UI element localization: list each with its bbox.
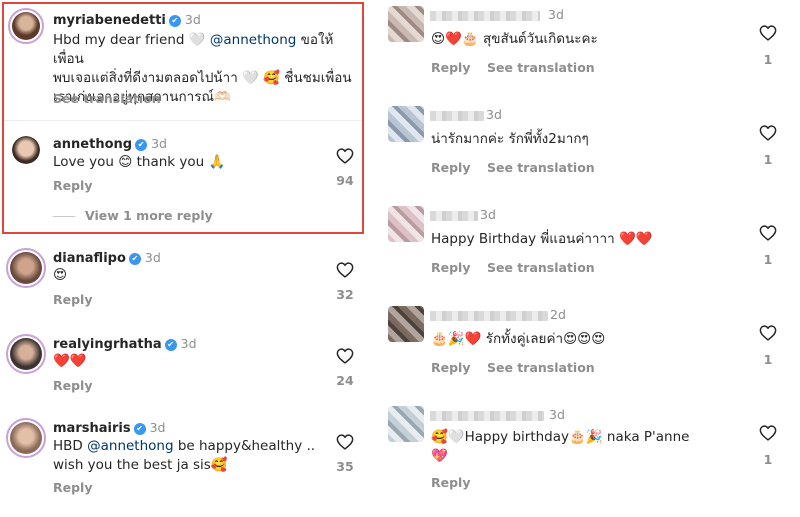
- avatar[interactable]: [6, 334, 46, 374]
- mention-link[interactable]: @annethong: [210, 32, 296, 48]
- verified-badge-icon: ✔: [168, 15, 181, 27]
- heart-outline-icon[interactable]: [759, 325, 777, 341]
- heart-outline-icon[interactable]: [759, 125, 777, 141]
- reply-annethong: annethong ✔ 3d Love you 😊 thank you 🙏 Repl…: [0, 126, 366, 226]
- username-blurred: [430, 411, 544, 421]
- like-count: 1: [763, 52, 773, 67]
- avatar-blurred[interactable]: [388, 306, 424, 342]
- like-count: 1: [763, 252, 773, 267]
- view-more-replies-button[interactable]: View 1 more reply: [53, 208, 213, 223]
- username-blurred: [430, 211, 478, 221]
- avatar[interactable]: [6, 248, 46, 288]
- like-count: 1: [763, 352, 773, 367]
- heart-outline-icon[interactable]: [336, 148, 354, 164]
- comment-time: 3d: [549, 407, 565, 422]
- reply-button[interactable]: Reply: [53, 480, 92, 495]
- comment-time: 3d: [480, 207, 496, 222]
- comment-text: 😍❤️🎂 สุขสันต์วันเกิดนะคะ: [431, 31, 598, 47]
- avatar-blurred[interactable]: [388, 406, 424, 442]
- comment-realyingrhatha: realyingrhatha ✔ 3d ❤️❤️ Reply 24: [0, 330, 366, 410]
- reply-button[interactable]: Reply: [431, 60, 470, 75]
- like-count: 1: [763, 452, 773, 467]
- comment-time: 3d: [548, 7, 564, 22]
- username-blurred: [430, 311, 548, 321]
- like-count: 24: [336, 373, 354, 388]
- see-translation-button[interactable]: See translation: [487, 360, 595, 375]
- comment-text: 🥰🤍Happy birthday🎂🎉 naka P'anne 💖: [431, 429, 690, 464]
- username-blurred: [430, 111, 484, 121]
- comment-time: 3d: [144, 250, 161, 265]
- heart-outline-icon[interactable]: [336, 348, 354, 364]
- verified-badge-icon: ✔: [128, 253, 141, 265]
- heart-outline-icon[interactable]: [759, 25, 777, 41]
- see-translation-button[interactable]: See translation: [53, 91, 161, 106]
- comment-time: 3d: [184, 12, 201, 27]
- comment-time: 3d: [180, 336, 197, 351]
- comment-dianaflipo: dianaflipo ✔ 3d 😍 Reply 32: [0, 244, 366, 324]
- avatar[interactable]: [12, 136, 40, 164]
- comment-text: HBD @annethong be happy&healthy .. wish …: [53, 438, 316, 473]
- like-count: 32: [336, 287, 354, 302]
- reply-button[interactable]: Reply: [431, 475, 470, 490]
- comment-username[interactable]: annethong ✔ 3d: [53, 136, 167, 152]
- comment-marshairis: marshairis ✔ 3d HBD @annethong be happy&he…: [0, 412, 366, 512]
- like-count: 35: [336, 459, 354, 474]
- comment-time: 3d: [151, 136, 167, 151]
- heart-outline-icon[interactable]: [336, 262, 354, 278]
- comment-right-5: 3d 🥰🤍Happy birthday🎂🎉 naka P'anne 💖 Repl…: [380, 400, 800, 517]
- see-translation-button[interactable]: See translation: [487, 260, 595, 275]
- like-count: 1: [763, 152, 773, 167]
- reply-button[interactable]: Reply: [53, 178, 92, 193]
- avatar[interactable]: [8, 8, 44, 44]
- avatar-blurred[interactable]: [388, 106, 424, 142]
- comment-text: น่ารักมากค่ะ รักพี่ทั้ง2มากๆ: [431, 131, 589, 147]
- comment-username[interactable]: realyingrhatha ✔ 3d: [53, 336, 197, 352]
- comment-time: 3d: [486, 107, 502, 122]
- see-translation-button[interactable]: See translation: [487, 160, 595, 175]
- comment-time: 2d: [550, 307, 566, 322]
- comment-text: ❤️❤️: [53, 353, 87, 369]
- heart-outline-icon[interactable]: [759, 225, 777, 241]
- reply-button[interactable]: Reply: [431, 160, 470, 175]
- verified-badge-icon: ✔: [164, 339, 177, 351]
- heart-outline-icon[interactable]: [336, 434, 354, 450]
- comment-text: 😍: [53, 267, 68, 283]
- comment-text: Love you 😊 thank you 🙏: [53, 154, 226, 170]
- verified-badge-icon: ✔: [135, 139, 148, 151]
- reply-button[interactable]: Reply: [53, 378, 92, 393]
- comment-right-1: 3d 😍❤️🎂 สุขสันต์วันเกิดนะคะ Reply See tr…: [380, 0, 800, 96]
- divider: [4, 120, 362, 121]
- comment-text: Happy Birthday พี่แอนค่าาาา ❤️❤️: [431, 231, 653, 247]
- comment-username[interactable]: marshairis ✔ 3d: [53, 420, 165, 436]
- avatar-blurred[interactable]: [388, 206, 424, 242]
- username-blurred: [430, 11, 540, 21]
- mention-link[interactable]: @annethong: [87, 438, 173, 454]
- verified-badge-icon: ✔: [133, 423, 146, 435]
- comment-myriabenedetti: myriabenedetti ✔ 3d Hbd my dear friend 🤍 @…: [0, 0, 366, 120]
- avatar[interactable]: [6, 418, 46, 458]
- reply-button[interactable]: Reply: [431, 360, 470, 375]
- comment-username[interactable]: dianaflipo ✔ 3d: [53, 250, 161, 266]
- comment-text: 🎂🎉❤️ รักทั้งคู่เลยค่า😍😍😍: [431, 331, 606, 347]
- like-count: 94: [336, 173, 354, 188]
- comment-right-4: 2d 🎂🎉❤️ รักทั้งคู่เลยค่า😍😍😍 Reply See tr…: [380, 300, 800, 396]
- reply-line: [53, 216, 75, 217]
- comment-right-2: 3d น่ารักมากค่ะ รักพี่ทั้ง2มากๆ Reply Se…: [380, 100, 800, 196]
- comment-username[interactable]: myriabenedetti ✔ 3d: [53, 12, 201, 28]
- reply-button[interactable]: Reply: [53, 292, 92, 307]
- heart-outline-icon[interactable]: [759, 425, 777, 441]
- reply-button[interactable]: Reply: [431, 260, 470, 275]
- see-translation-button[interactable]: See translation: [487, 60, 595, 75]
- comment-right-3: 3d Happy Birthday พี่แอนค่าาาา ❤️❤️ Repl…: [380, 200, 800, 296]
- avatar-blurred[interactable]: [388, 6, 424, 42]
- comment-time: 3d: [149, 420, 166, 435]
